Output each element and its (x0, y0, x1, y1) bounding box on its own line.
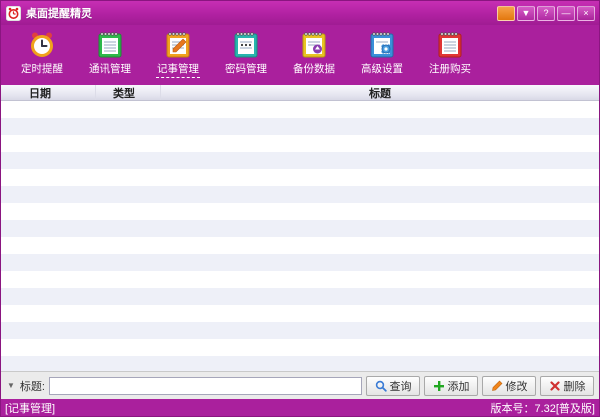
settings-gear-icon (367, 29, 397, 59)
modify-button[interactable]: 修改 (482, 376, 536, 396)
add-button[interactable]: 添加 (424, 376, 478, 396)
password-notebook-icon (231, 29, 261, 59)
toolbar-item-settings[interactable]: 高级设置 (351, 29, 413, 83)
column-header-type[interactable]: 类型 (96, 85, 161, 100)
toolbar-label: 备份数据 (293, 61, 335, 76)
table-row (1, 271, 599, 288)
toolbar-label: 注册购买 (429, 61, 471, 76)
toolbar-item-backup[interactable]: 备份数据 (283, 29, 345, 83)
toolbar-label: 高级设置 (361, 61, 403, 76)
delete-button-label: 删除 (564, 378, 586, 394)
table-row (1, 288, 599, 305)
title-filter-label: 标题: (20, 378, 45, 394)
statusbar-mode: [记事管理] (5, 400, 55, 416)
table-row (1, 356, 599, 371)
table-row (1, 339, 599, 356)
table-row (1, 305, 599, 322)
modify-button-label: 修改 (506, 378, 528, 394)
main-toolbar: 定时提醒 通讯管理 (1, 25, 599, 85)
register-purchase-icon (435, 29, 465, 59)
table-row (1, 152, 599, 169)
magnifier-icon (375, 380, 387, 392)
toolbar-label: 定时提醒 (21, 61, 63, 76)
toolbar-label: 密码管理 (225, 61, 267, 76)
table-row (1, 186, 599, 203)
toolbar-item-passwords[interactable]: 密码管理 (215, 29, 277, 83)
alarm-clock-icon (27, 29, 57, 59)
notes-pencil-icon (163, 29, 193, 59)
active-tab-underline (156, 77, 200, 78)
footer-controls: ▼ 标题: 查询 添加 (1, 371, 599, 399)
toolbar-item-contacts[interactable]: 通讯管理 (79, 29, 141, 83)
toolbar-label: 记事管理 (157, 61, 199, 76)
table-row (1, 322, 599, 339)
app-window: 桌面提醒精灵 ▼ ? — × 定时提醒 (0, 0, 600, 417)
table-row (1, 135, 599, 152)
toolbar-item-timed-reminder[interactable]: 定时提醒 (11, 29, 73, 83)
menu-dropdown-button[interactable]: ▼ (517, 6, 535, 21)
filter-dropdown-caret[interactable]: ▼ (6, 381, 16, 390)
table-row (1, 254, 599, 271)
table-row (1, 101, 599, 118)
table-header: 日期 类型 标题 (1, 85, 599, 101)
app-logo-icon (6, 6, 21, 21)
backup-data-icon (299, 29, 329, 59)
column-header-date[interactable]: 日期 (1, 85, 96, 100)
pencil-icon (491, 380, 503, 392)
toolbar-item-register[interactable]: 注册购买 (419, 29, 481, 83)
title-search-input[interactable] (49, 377, 362, 395)
column-header-title[interactable]: 标题 (161, 85, 599, 100)
table-row (1, 220, 599, 237)
delete-x-icon (549, 380, 561, 392)
table-body[interactable] (1, 101, 599, 371)
window-controls: ▼ ? — × (497, 6, 595, 21)
statusbar: [记事管理] 版本号：7.32[普及版] (1, 399, 599, 416)
plus-icon (433, 380, 445, 392)
window-title: 桌面提醒精灵 (26, 5, 92, 21)
query-button-label: 查询 (390, 378, 412, 394)
toolbar-item-notes[interactable]: 记事管理 (147, 29, 209, 83)
titlebar: 桌面提醒精灵 ▼ ? — × (1, 1, 599, 25)
minimize-button[interactable]: — (557, 6, 575, 21)
close-button[interactable]: × (577, 6, 595, 21)
table-row (1, 203, 599, 220)
table-row (1, 118, 599, 135)
table-row (1, 169, 599, 186)
add-button-label: 添加 (448, 378, 470, 394)
help-button[interactable]: ? (537, 6, 555, 21)
delete-button[interactable]: 删除 (540, 376, 594, 396)
contacts-notebook-icon (95, 29, 125, 59)
query-button[interactable]: 查询 (366, 376, 420, 396)
table-row (1, 237, 599, 254)
skin-button[interactable] (497, 6, 515, 21)
statusbar-version: 版本号：7.32[普及版] (490, 400, 595, 416)
toolbar-label: 通讯管理 (89, 61, 131, 76)
